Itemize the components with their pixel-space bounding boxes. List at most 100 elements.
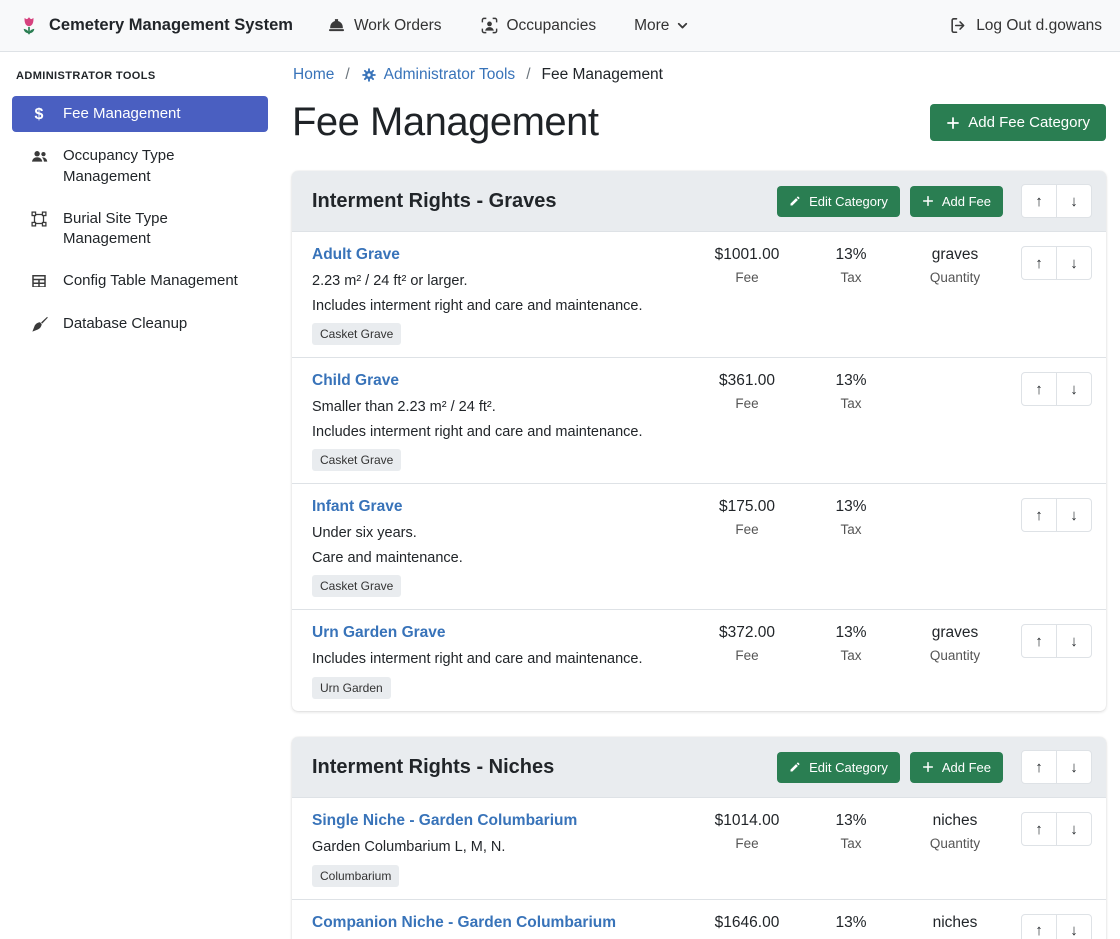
- fee-tax-col: 13% Tax: [799, 812, 903, 851]
- fee-type-badge: Casket Grave: [312, 323, 401, 345]
- fee-reorder-group: ↑ ↓: [1021, 498, 1092, 532]
- move-fee-up-button[interactable]: ↑: [1021, 812, 1057, 846]
- add-fee-category-button[interactable]: Add Fee Category: [930, 104, 1106, 141]
- breadcrumb-home-link[interactable]: Home: [293, 66, 334, 84]
- add-fee-label: Add Fee: [942, 760, 991, 775]
- fee-name-link[interactable]: Child Grave: [312, 372, 399, 390]
- logout-icon: [949, 16, 968, 35]
- add-fee-category-label: Add Fee Category: [968, 114, 1090, 131]
- move-fee-up-button[interactable]: ↑: [1021, 914, 1057, 939]
- move-fee-down-button[interactable]: ↓: [1056, 624, 1092, 658]
- fee-reorder-group: ↑ ↓: [1021, 624, 1092, 658]
- nav-more[interactable]: More: [634, 17, 688, 35]
- move-category-down-button[interactable]: ↓: [1056, 184, 1092, 218]
- move-fee-down-button[interactable]: ↓: [1056, 812, 1092, 846]
- fee-tax-col: 13% Tax: [799, 246, 903, 285]
- nav-occupancies[interactable]: Occupancies: [480, 16, 597, 35]
- sidebar-item-label: Occupancy Type Management: [63, 146, 256, 187]
- logout-label: Log Out d.gowans: [976, 17, 1102, 35]
- breadcrumb-home-label: Home: [293, 66, 334, 84]
- add-fee-button[interactable]: Add Fee: [910, 752, 1003, 783]
- fee-amount-col: $1646.00 Fee: [695, 914, 799, 939]
- fee-description-line: Smaller than 2.23 m² / 24 ft².: [312, 397, 685, 418]
- breadcrumb-separator: /: [526, 66, 530, 84]
- fee-amount-col: $1014.00 Fee: [695, 812, 799, 851]
- move-fee-up-button[interactable]: ↑: [1021, 624, 1057, 658]
- fee-name-link[interactable]: Infant Grave: [312, 498, 402, 516]
- fee-amount-value: $1646.00: [695, 914, 799, 932]
- fee-tax-col: 13% Tax: [799, 498, 903, 537]
- sidebar-item-database-cleanup[interactable]: Database Cleanup: [12, 306, 268, 342]
- fee-amount-label: Fee: [695, 648, 799, 663]
- sidebar-item-burial-site-type-management[interactable]: Burial Site Type Management: [12, 201, 268, 258]
- fee-row: Single Niche - Garden Columbarium Garden…: [292, 797, 1106, 899]
- fee-amount-col: $1001.00 Fee: [695, 246, 799, 285]
- fee-description-line: Garden Columbarium L, M, N.: [312, 837, 685, 858]
- main-content: Home /: [280, 52, 1120, 939]
- logout-link[interactable]: Log Out d.gowans: [949, 16, 1102, 35]
- fee-name-link[interactable]: Urn Garden Grave: [312, 624, 446, 642]
- breadcrumb-current: Fee Management: [542, 66, 664, 84]
- fee-details: Adult Grave 2.23 m² / 24 ft² or larger.I…: [312, 246, 695, 345]
- nav-work-orders[interactable]: Work Orders: [327, 16, 442, 35]
- tax-label: Tax: [799, 522, 903, 537]
- hard-hat-icon: [327, 16, 346, 35]
- category-reorder-group: ↑ ↓: [1021, 184, 1092, 218]
- quantity-label: Quantity: [903, 270, 1007, 285]
- pencil-icon: [789, 195, 801, 207]
- fee-row: Urn Garden Grave Includes interment righ…: [292, 609, 1106, 711]
- sidebar-item-fee-management[interactable]: $ Fee Management: [12, 96, 268, 132]
- move-fee-up-button[interactable]: ↑: [1021, 372, 1057, 406]
- sidebar-item-config-table-management[interactable]: Config Table Management: [12, 263, 268, 299]
- tax-label: Tax: [799, 270, 903, 285]
- fee-descriptions: 2.23 m² / 24 ft² or larger.Includes inte…: [312, 271, 685, 316]
- fee-reorder-group: ↑ ↓: [1021, 246, 1092, 280]
- fee-tax-col: 13% Tax: [799, 914, 903, 939]
- quantity-label: Quantity: [903, 648, 1007, 663]
- move-fee-down-button[interactable]: ↓: [1056, 246, 1092, 280]
- edit-category-label: Edit Category: [809, 194, 888, 209]
- fee-type-badge: Columbarium: [312, 865, 399, 887]
- sidebar-item-occupancy-type-management[interactable]: Occupancy Type Management: [12, 138, 268, 195]
- app-brand[interactable]: Cemetery Management System: [18, 15, 293, 37]
- fee-tax-col: 13% Tax: [799, 624, 903, 663]
- move-fee-down-button[interactable]: ↓: [1056, 914, 1092, 939]
- add-fee-button[interactable]: Add Fee: [910, 186, 1003, 217]
- edit-category-button[interactable]: Edit Category: [777, 752, 900, 783]
- fee-name-link[interactable]: Adult Grave: [312, 246, 400, 264]
- fee-amount-value: $372.00: [695, 624, 799, 642]
- move-fee-up-button[interactable]: ↑: [1021, 246, 1057, 280]
- fee-name-link[interactable]: Companion Niche - Garden Columbarium: [312, 914, 616, 932]
- fee-name-link[interactable]: Single Niche - Garden Columbarium: [312, 812, 577, 830]
- fee-amount-col: $361.00 Fee: [695, 372, 799, 411]
- move-fee-down-button[interactable]: ↓: [1056, 372, 1092, 406]
- fee-amount-label: Fee: [695, 836, 799, 851]
- fee-descriptions: Smaller than 2.23 m² / 24 ft².Includes i…: [312, 397, 685, 442]
- fee-descriptions: Garden Columbarium L, M, N.: [312, 837, 685, 858]
- breadcrumb-separator: /: [345, 66, 349, 84]
- plus-icon: [922, 195, 934, 207]
- move-fee-down-button[interactable]: ↓: [1056, 498, 1092, 532]
- breadcrumb-admin-tools-link[interactable]: Administrator Tools: [361, 66, 516, 84]
- sidebar: ADMINISTRATOR TOOLS $ Fee Management Occ…: [0, 52, 280, 939]
- fee-quantity-col: niches Quantity: [903, 914, 1007, 939]
- fee-row: Adult Grave 2.23 m² / 24 ft² or larger.I…: [292, 231, 1106, 357]
- edit-category-button[interactable]: Edit Category: [777, 186, 900, 217]
- move-category-down-button[interactable]: ↓: [1056, 750, 1092, 784]
- fee-row: Companion Niche - Garden Columbarium Gar…: [292, 899, 1106, 939]
- fee-category-card: Interment Rights - Graves Edit Category …: [292, 171, 1106, 711]
- fee-category-header: Interment Rights - Niches Edit Category …: [292, 737, 1106, 797]
- fee-amount-col: $372.00 Fee: [695, 624, 799, 663]
- fee-category-list: Interment Rights - Graves Edit Category …: [292, 171, 1106, 939]
- sidebar-item-label: Burial Site Type Management: [63, 209, 256, 250]
- fee-description-line: Care and maintenance.: [312, 548, 685, 569]
- nav-label: Work Orders: [354, 17, 442, 35]
- move-category-up-button[interactable]: ↑: [1021, 184, 1057, 218]
- fee-description-line: Includes interment right and care and ma…: [312, 296, 685, 317]
- nav-label: More: [634, 17, 669, 35]
- tax-value: 13%: [799, 246, 903, 264]
- app-title: Cemetery Management System: [49, 16, 293, 35]
- dollar-icon: $: [29, 105, 49, 124]
- move-fee-up-button[interactable]: ↑: [1021, 498, 1057, 532]
- move-category-up-button[interactable]: ↑: [1021, 750, 1057, 784]
